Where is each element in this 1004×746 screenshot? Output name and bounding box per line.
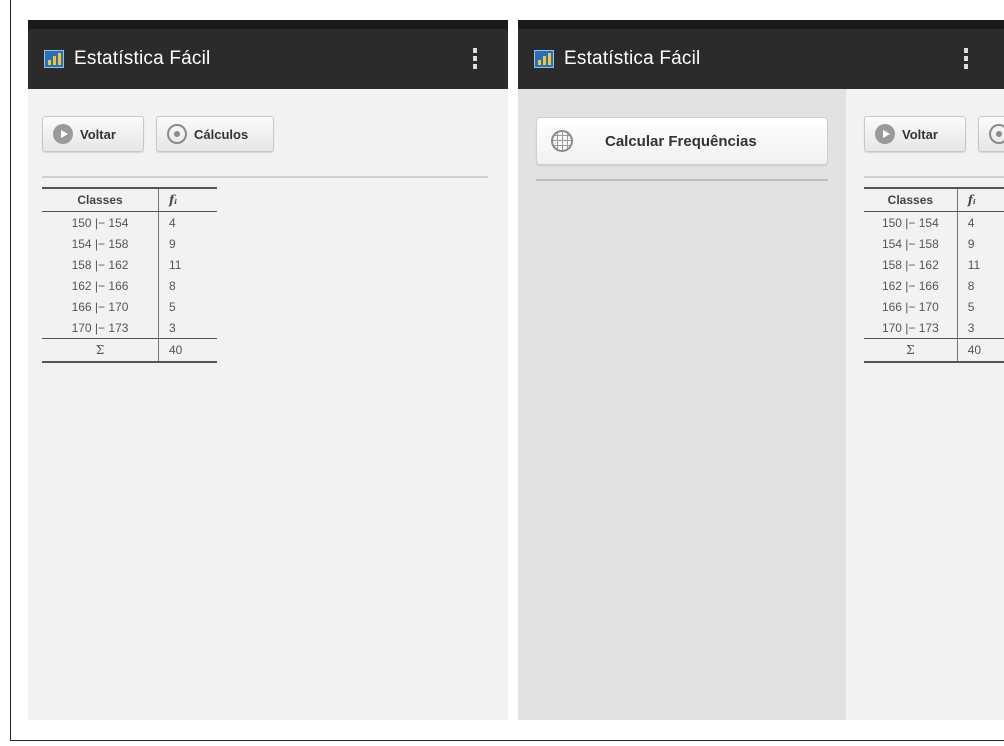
left-screen: Estatística Fácil Voltar Cálculos Classe… bbox=[28, 20, 508, 720]
fi-cell: 11 bbox=[169, 257, 182, 272]
grid-globe-icon bbox=[551, 130, 573, 152]
class-cell: 158 |− 162 bbox=[42, 254, 159, 275]
back-button-label: Voltar bbox=[902, 126, 938, 142]
table-row: 154 |− 158 9 bbox=[864, 233, 1004, 254]
table-header-row: Classes fᵢ bbox=[864, 187, 1004, 212]
right-screen: Estatística Fácil Voltar Cálculos Classe… bbox=[518, 20, 1004, 720]
class-cell: 170 |− 173 bbox=[42, 317, 159, 339]
class-cell: 154 |− 158 bbox=[864, 233, 958, 254]
table-row: 166 |− 170 5 bbox=[864, 296, 1004, 317]
table-row: 170 |− 173 3 bbox=[864, 317, 1004, 339]
radio-circle-icon bbox=[167, 124, 187, 144]
app-title: Estatística Fácil bbox=[74, 48, 211, 69]
calculations-button-label: Cálculos bbox=[194, 126, 249, 142]
status-bar bbox=[28, 20, 508, 29]
fi-cell: 3 bbox=[169, 320, 176, 335]
play-circle-icon bbox=[53, 124, 73, 144]
drawer-divider bbox=[536, 179, 828, 181]
drawer-item-label: Calcular Frequências bbox=[605, 132, 757, 150]
table-row: 150 |− 154 4 bbox=[864, 211, 1004, 233]
fi-cell: 4 bbox=[169, 215, 176, 230]
back-button[interactable]: Voltar bbox=[864, 116, 966, 152]
fi-cell: 5 bbox=[967, 299, 975, 314]
class-cell: 162 |− 166 bbox=[864, 275, 958, 296]
table-row: 158 |− 162 11 bbox=[42, 254, 217, 275]
play-circle-icon bbox=[875, 124, 895, 144]
class-cell: 158 |− 162 bbox=[864, 254, 958, 275]
table-header-row: Classes fᵢ bbox=[42, 187, 217, 212]
frequency-table: Classes fᵢ 150 |− 154 4 154 |− 158 9 158 |… bbox=[42, 187, 217, 363]
calculations-button[interactable]: Cálculos bbox=[978, 116, 1004, 152]
action-buttons: Voltar Cálculos bbox=[42, 116, 274, 152]
total-value: 40 bbox=[158, 338, 217, 363]
divider bbox=[42, 176, 488, 178]
sigma-symbol: Σ bbox=[864, 338, 958, 363]
back-button[interactable]: Voltar bbox=[42, 116, 144, 152]
total-row: Σ 40 bbox=[864, 338, 1004, 363]
header-fi: fᵢ bbox=[957, 187, 1004, 212]
class-cell: 170 |− 173 bbox=[864, 317, 958, 339]
fi-cell: 8 bbox=[169, 278, 176, 293]
divider bbox=[864, 176, 1004, 178]
overflow-menu-icon[interactable] bbox=[473, 48, 477, 70]
app-title: Estatística Fácil bbox=[564, 48, 701, 69]
total-row: Σ 40 bbox=[42, 338, 217, 363]
action-buttons: Voltar Cálculos bbox=[864, 116, 1004, 152]
fi-cell: 4 bbox=[967, 215, 975, 230]
frequency-table: Classes fᵢ 150 |− 154 4 154 |− 158 9 158 |… bbox=[864, 187, 1004, 363]
fi-cell: 8 bbox=[967, 278, 975, 293]
class-cell: 166 |− 170 bbox=[864, 296, 958, 317]
back-button-label: Voltar bbox=[80, 126, 116, 142]
fi-cell: 5 bbox=[169, 299, 176, 314]
table-row: 162 |− 166 8 bbox=[864, 275, 1004, 296]
class-cell: 150 |− 154 bbox=[42, 211, 159, 233]
bar-chart-icon bbox=[44, 50, 64, 68]
app-bar: Estatística Fácil bbox=[518, 29, 1004, 89]
class-cell: 162 |− 166 bbox=[42, 275, 159, 296]
status-bar bbox=[518, 20, 1004, 29]
header-classes: Classes bbox=[864, 187, 958, 212]
class-cell: 150 |− 154 bbox=[864, 211, 958, 233]
app-bar: Estatística Fácil bbox=[28, 29, 508, 89]
radio-circle-icon bbox=[989, 124, 1004, 144]
fi-cell: 11 bbox=[967, 257, 981, 272]
fi-cell: 9 bbox=[169, 236, 176, 251]
bar-chart-icon bbox=[534, 50, 554, 68]
navigation-drawer: Calcular Frequências bbox=[518, 89, 846, 720]
class-cell: 154 |− 158 bbox=[42, 233, 159, 254]
fi-cell: 3 bbox=[967, 320, 975, 335]
table-row: 166 |− 170 5 bbox=[42, 296, 217, 317]
fi-cell: 9 bbox=[967, 236, 975, 251]
overflow-menu-icon[interactable] bbox=[964, 48, 968, 70]
table-row: 154 |− 158 9 bbox=[42, 233, 217, 254]
table-row: 170 |− 173 3 bbox=[42, 317, 217, 339]
total-value: 40 bbox=[957, 338, 1004, 363]
sigma-symbol: Σ bbox=[42, 338, 159, 363]
header-fi: fᵢ bbox=[158, 187, 217, 212]
header-classes: Classes bbox=[42, 187, 159, 212]
class-cell: 166 |− 170 bbox=[42, 296, 159, 317]
table-row: 162 |− 166 8 bbox=[42, 275, 217, 296]
drawer-item-calculate-frequencies[interactable]: Calcular Frequências bbox=[536, 117, 828, 165]
calculations-button[interactable]: Cálculos bbox=[156, 116, 274, 152]
table-row: 150 |− 154 4 bbox=[42, 211, 217, 233]
table-row: 158 |− 162 11 bbox=[864, 254, 1004, 275]
